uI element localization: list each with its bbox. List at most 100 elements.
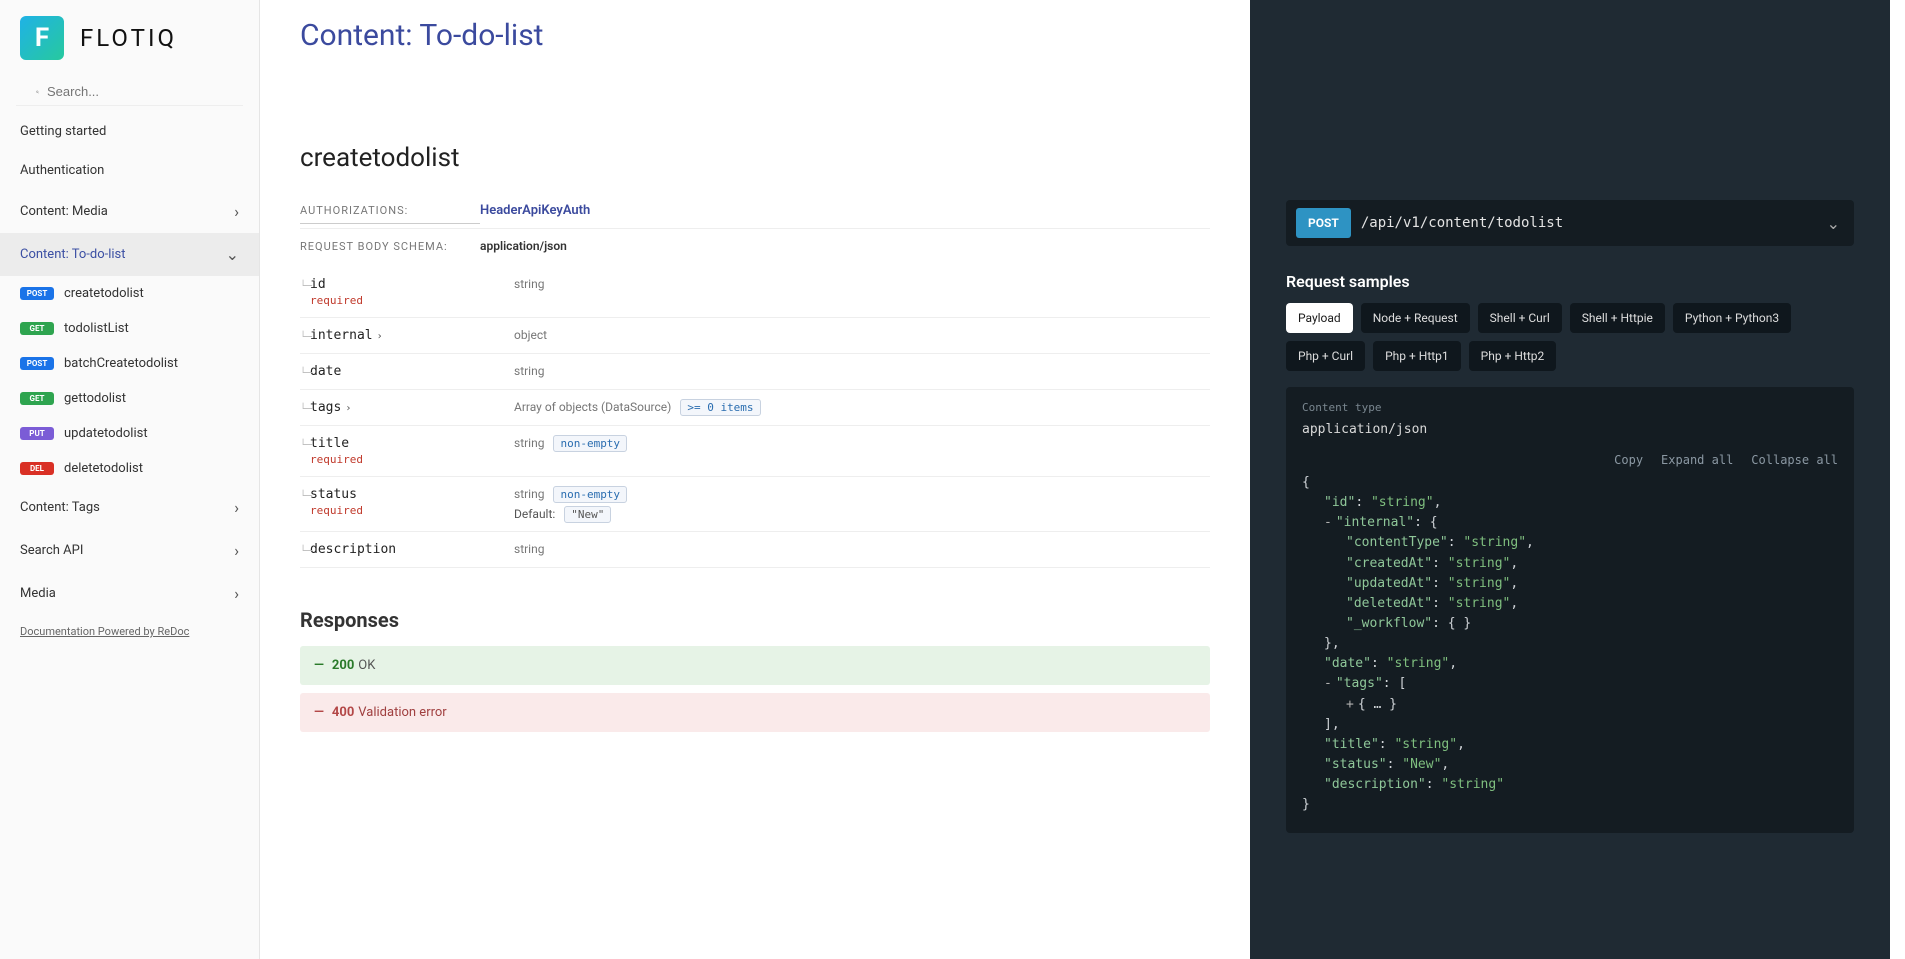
method-badge: POST [20, 357, 54, 370]
method-badge: GET [20, 322, 54, 335]
default-value: "New" [564, 506, 611, 523]
response-200[interactable]: — 200 OK [300, 646, 1210, 685]
endpoint-bar[interactable]: POST /api/v1/content/todolist ⌄ [1286, 200, 1854, 246]
collapse-icon: — [314, 658, 324, 673]
schema-constraint: >= 0 items [680, 399, 760, 416]
search-icon [36, 85, 39, 99]
expand-arrow-icon[interactable]: › [377, 331, 383, 342]
sidebar-item-label: Media [20, 586, 56, 601]
json-val: "string" [1448, 576, 1511, 591]
sidebar-subitem-label: createtodolist [64, 286, 144, 301]
search-wrap[interactable] [16, 78, 243, 106]
expand-arrow-icon[interactable]: › [345, 403, 351, 414]
json-val: { } [1448, 616, 1471, 631]
schema-type-text: Array of objects (DataSource) [514, 400, 671, 414]
schema-type-text: string [514, 436, 544, 450]
sidebar-item-media[interactable]: Media › [0, 572, 259, 615]
endpoint-path: /api/v1/content/todolist [1361, 215, 1827, 231]
response-code: 400 [332, 705, 354, 720]
authorizations-link[interactable]: HeaderApiKeyAuth [480, 203, 590, 218]
main: Content: To-do-list createtodolist AUTHO… [260, 0, 1905, 959]
search-input[interactable] [47, 84, 223, 99]
response-code: 200 [332, 658, 354, 673]
right-panel: POST /api/v1/content/todolist ⌄ Request … [1250, 0, 1890, 959]
tab-php-http1[interactable]: Php + Http1 [1373, 341, 1461, 371]
request-body-value: application/json [480, 239, 567, 253]
schema-type: object [514, 318, 1210, 352]
response-text: OK [358, 658, 375, 673]
sidebar-item-content-todolist[interactable]: Content: To-do-list ⌄ [0, 233, 259, 276]
schema-table: id required string internal› object date [300, 267, 1210, 568]
json-val: "string" [1441, 777, 1504, 792]
code-sample: Content type application/json Copy Expan… [1286, 387, 1854, 833]
json-val: "string" [1387, 656, 1450, 671]
schema-type: string [514, 267, 1210, 301]
collapse-toggle-icon[interactable]: - [1324, 515, 1332, 530]
sidebar-item-content-tags[interactable]: Content: Tags › [0, 486, 259, 529]
method-badge: DEL [20, 462, 54, 475]
sidebar-subitem-label: batchCreatetodolist [64, 356, 178, 371]
schema-constraint: non-empty [553, 486, 627, 503]
sidebar-subitem-label: todolistList [64, 321, 129, 336]
tab-node-request[interactable]: Node + Request [1361, 303, 1470, 333]
tree-glyph-icon [300, 332, 312, 343]
method-badge: PUT [20, 427, 54, 440]
schema-field-name: title [310, 436, 349, 451]
tab-payload[interactable]: Payload [1286, 303, 1353, 333]
sidebar-sublist: POST createtodolist GET todolistList POS… [0, 276, 259, 486]
schema-type-text: string [514, 487, 544, 501]
tree-glyph-icon [300, 491, 312, 502]
json-val: "string" [1448, 556, 1511, 571]
method-badge: GET [20, 392, 54, 405]
tab-python3[interactable]: Python + Python3 [1673, 303, 1791, 333]
json-val: "string" [1448, 596, 1511, 611]
page-title: Content: To-do-list [300, 18, 1210, 53]
schema-type: string non-empty Default: "New" [514, 477, 1210, 531]
json-val: "string" [1371, 495, 1434, 510]
sidebar-footer-link[interactable]: Documentation Powered by ReDoc [20, 625, 239, 638]
schema-row-id: id required string [300, 267, 1210, 318]
collapse-toggle-icon[interactable]: - [1324, 676, 1332, 691]
tab-shell-curl[interactable]: Shell + Curl [1478, 303, 1562, 333]
request-body-label: REQUEST BODY SCHEMA: [300, 240, 480, 259]
schema-name[interactable]: internal› [300, 318, 514, 353]
sidebar-subitem-todolistlist[interactable]: GET todolistList [0, 311, 259, 346]
schema-field-name: id [310, 277, 326, 292]
chevron-down-icon[interactable]: ⌄ [1827, 214, 1840, 233]
tree-glyph-icon [300, 440, 312, 451]
tab-php-http2[interactable]: Php + Http2 [1469, 341, 1557, 371]
default-label-text: Default: [514, 507, 555, 521]
sidebar-subitem-createtodolist[interactable]: POST createtodolist [0, 276, 259, 311]
schema-type: string [514, 532, 1210, 566]
response-400[interactable]: — 400 Validation error [300, 693, 1210, 732]
required-label: required [310, 504, 514, 517]
tab-shell-httpie[interactable]: Shell + Httpie [1570, 303, 1665, 333]
sidebar-item-getting-started[interactable]: Getting started [0, 112, 259, 151]
json-val: "string" [1394, 737, 1457, 752]
schema-row-internal: internal› object [300, 318, 1210, 354]
sidebar-subitem-batchcreatetodolist[interactable]: POST batchCreatetodolist [0, 346, 259, 381]
schema-type: string [514, 354, 1210, 388]
sidebar-item-search-api[interactable]: Search API › [0, 529, 259, 572]
schema-name: description [300, 532, 514, 567]
sidebar-subitem-deletetodolist[interactable]: DEL deletetodolist [0, 451, 259, 486]
sidebar-subitem-gettodolist[interactable]: GET gettodolist [0, 381, 259, 416]
expand-toggle-icon[interactable]: + [1346, 697, 1354, 712]
sidebar-item-label: Content: Tags [20, 500, 100, 515]
tree-glyph-icon [300, 404, 312, 415]
tab-php-curl[interactable]: Php + Curl [1286, 341, 1365, 371]
schema-row-tags: tags › Array of objects (DataSource) >= 0… [300, 390, 1210, 426]
expand-all-button[interactable]: Expand all [1661, 453, 1733, 467]
sidebar-subitem-updatetodolist[interactable]: PUT updatetodolist [0, 416, 259, 451]
collapse-all-button[interactable]: Collapse all [1751, 453, 1838, 467]
schema-name[interactable]: tags › [300, 390, 514, 425]
sidebar-item-authentication[interactable]: Authentication [0, 151, 259, 190]
brand: F FLOTIQ [0, 10, 259, 78]
collapse-icon: — [314, 705, 324, 720]
sidebar-subitem-label: deletetodolist [64, 461, 143, 476]
copy-button[interactable]: Copy [1614, 453, 1643, 467]
json-payload: { "id": "string", -"internal": { "conten… [1302, 473, 1838, 815]
sidebar-item-content-media[interactable]: Content: Media › [0, 190, 259, 233]
content-type-label: Content type [1302, 401, 1838, 414]
schema-field-name: tags [310, 400, 341, 415]
